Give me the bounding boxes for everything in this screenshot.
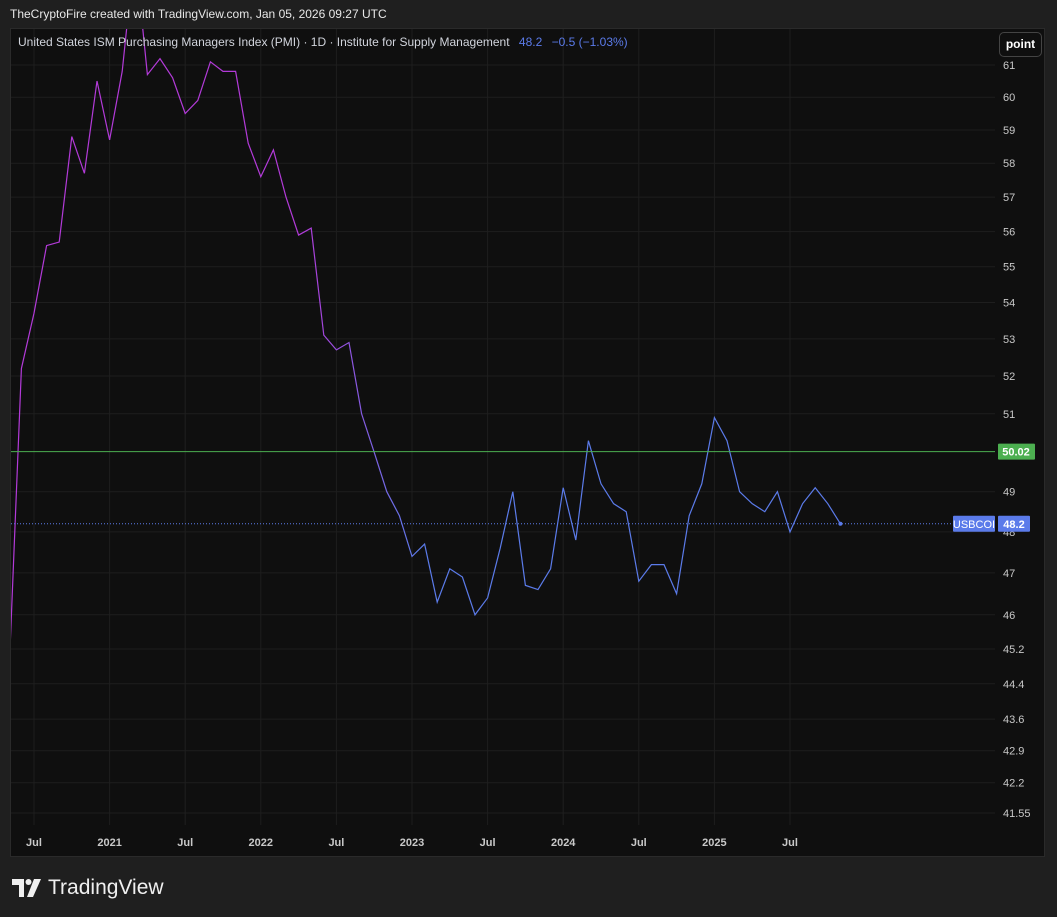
tradingview-logo-icon bbox=[12, 879, 41, 897]
y-tick-label: 53 bbox=[1003, 334, 1015, 346]
pmi-line bbox=[11, 29, 841, 640]
tradingview-logo[interactable]: TradingView bbox=[12, 876, 164, 900]
x-axis: Jul 2021 Jul 2022 Jul 2023 Jul 2024 Jul 2025 Jul bbox=[26, 837, 798, 849]
y-tick-label: 45.2 bbox=[1003, 644, 1024, 656]
y-tick-label: 41.55 bbox=[1003, 808, 1031, 820]
x-tick-label: 2022 bbox=[249, 837, 273, 849]
y-tick-label: 55 bbox=[1003, 262, 1015, 274]
series-legend: United States ISM Purchasing Managers In… bbox=[18, 35, 628, 49]
y-tick-label: 54 bbox=[1003, 297, 1015, 309]
last-point bbox=[838, 521, 843, 526]
y-tick-label: 51 bbox=[1003, 409, 1015, 421]
brand-name: TradingView bbox=[48, 876, 164, 899]
x-tick-label: Jul bbox=[328, 837, 344, 849]
y-axis: 61605958575655545352514948474645.244.443… bbox=[1003, 60, 1031, 820]
y-tick-label: 56 bbox=[1003, 227, 1015, 239]
y-tick-label: 61 bbox=[1003, 60, 1015, 72]
x-tick-label: 2024 bbox=[551, 837, 576, 849]
symbol-label: USBCOI bbox=[953, 519, 995, 531]
y-tick-label: 46 bbox=[1003, 610, 1015, 622]
threshold-label: 50.02 bbox=[1002, 447, 1030, 459]
x-tick-label: 2021 bbox=[97, 837, 121, 849]
x-tick-label: 2025 bbox=[702, 837, 726, 849]
y-tick-label: 42.2 bbox=[1003, 778, 1024, 790]
legend-value: 48.2 bbox=[518, 35, 543, 49]
y-tick-label: 52 bbox=[1003, 371, 1015, 383]
y-tick-label: 47 bbox=[1003, 568, 1015, 580]
y-tick-label: 59 bbox=[1003, 125, 1015, 137]
y-tick-label: 58 bbox=[1003, 158, 1015, 170]
x-tick-label: Jul bbox=[177, 837, 193, 849]
x-tick-label: Jul bbox=[782, 837, 798, 849]
legend-title: United States ISM Purchasing Managers In… bbox=[18, 35, 510, 49]
gridlines bbox=[11, 29, 995, 825]
y-tick-label: 43.6 bbox=[1003, 714, 1024, 726]
chart-canvas[interactable]: 61605958575655545352514948474645.244.443… bbox=[0, 0, 1057, 917]
x-tick-label: Jul bbox=[631, 837, 647, 849]
y-tick-label: 49 bbox=[1003, 487, 1015, 499]
scale-mode-button[interactable]: point bbox=[999, 32, 1042, 57]
x-tick-label: 2023 bbox=[400, 837, 424, 849]
y-tick-label: 57 bbox=[1003, 192, 1015, 204]
x-tick-label: Jul bbox=[26, 837, 42, 849]
y-tick-label: 44.4 bbox=[1003, 679, 1024, 691]
y-tick-label: 42.9 bbox=[1003, 746, 1024, 758]
x-tick-label: Jul bbox=[480, 837, 496, 849]
last-value-label: 48.2 bbox=[1003, 519, 1024, 531]
legend-change: −0.5 (−1.03%) bbox=[551, 35, 628, 49]
y-tick-label: 60 bbox=[1003, 92, 1015, 104]
